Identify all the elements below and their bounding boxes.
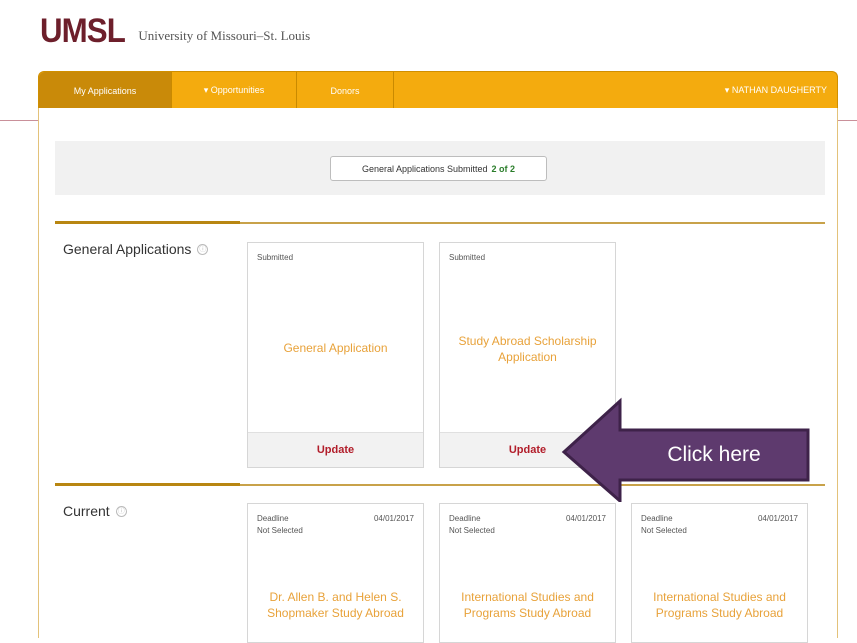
tab-label: ▾ Opportunities	[203, 85, 265, 95]
selection-status: Not Selected	[449, 526, 495, 535]
decorative-line-left	[0, 120, 38, 121]
card-title-link[interactable]: General Application	[258, 340, 413, 356]
divider-accent	[55, 483, 240, 486]
callout-label: Click here	[667, 443, 761, 466]
tab-my-applications[interactable]: My Applications	[39, 72, 172, 109]
card-title-link[interactable]: Study Abroad Scholarship Application	[450, 333, 605, 365]
user-name: ▾ NATHAN DAUGHERTY	[724, 85, 827, 95]
info-icon[interactable]: ⓘ	[197, 243, 209, 255]
decorative-line-right	[838, 120, 857, 121]
selection-status: Not Selected	[641, 526, 687, 535]
info-icon[interactable]: ⓘ	[115, 505, 127, 517]
selection-status: Not Selected	[257, 526, 303, 535]
deadline-label: Deadline	[257, 514, 289, 523]
update-button[interactable]: Update	[248, 432, 423, 467]
current-heading: Current ⓘ	[63, 503, 127, 519]
submission-summary: General Applications Submitted 2 of 2	[330, 156, 547, 181]
deadline-row: Deadline 04/01/2017	[257, 514, 414, 523]
card-title-link[interactable]: Dr. Allen B. and Helen S. Shopmaker Stud…	[258, 589, 413, 621]
deadline-date: 04/01/2017	[757, 514, 798, 523]
section-divider	[55, 221, 825, 224]
card-title-link[interactable]: International Studies and Programs Study…	[450, 589, 605, 621]
logo-mark: UMSL	[40, 12, 126, 50]
top-navbar: My Applications ▾ Opportunities Donors ▾…	[38, 71, 838, 109]
card-status: Submitted	[257, 253, 294, 262]
general-applications-heading: General Applications ⓘ	[63, 241, 209, 257]
opportunity-card: Deadline 04/01/2017 Not Selected Dr. All…	[247, 503, 424, 643]
tab-donors[interactable]: Donors	[297, 72, 394, 109]
summary-count: 2 of 2	[491, 163, 516, 174]
deadline-label: Deadline	[449, 514, 481, 523]
logo-university-name: University of Missouri–St. Louis	[138, 28, 311, 43]
deadline-label: Deadline	[641, 514, 673, 523]
application-card-general: Submitted General Application Update	[247, 242, 424, 468]
divider-accent	[55, 221, 240, 224]
deadline-date: 04/01/2017	[565, 514, 606, 523]
deadline-row: Deadline 04/01/2017	[449, 514, 606, 523]
section-title: General Applications	[63, 241, 192, 257]
umsl-logo: UMSL University of Missouri–St. Louis	[40, 14, 310, 48]
opportunity-card: Deadline 04/01/2017 Not Selected Interna…	[631, 503, 808, 643]
summary-label: General Applications Submitted	[361, 163, 488, 174]
card-status: Submitted	[449, 253, 486, 262]
deadline-date: 04/01/2017	[373, 514, 414, 523]
section-title: Current	[63, 503, 110, 519]
deadline-row: Deadline 04/01/2017	[641, 514, 798, 523]
tab-label: Donors	[330, 85, 360, 96]
tab-label: My Applications	[73, 85, 137, 96]
tab-opportunities[interactable]: ▾ Opportunities	[172, 72, 297, 109]
user-menu[interactable]: ▾ NATHAN DAUGHERTY	[725, 72, 827, 109]
card-title-link[interactable]: International Studies and Programs Study…	[642, 589, 797, 621]
opportunity-card: Deadline 04/01/2017 Not Selected Interna…	[439, 503, 616, 643]
